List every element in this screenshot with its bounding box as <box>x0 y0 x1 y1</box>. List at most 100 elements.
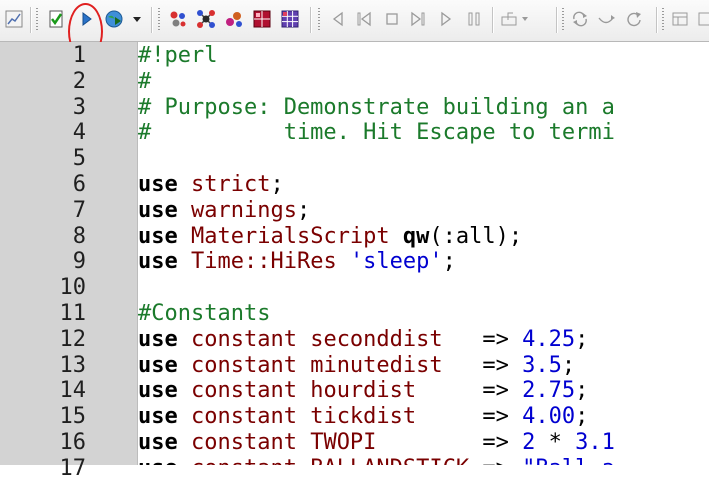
code-token: constant TWOPI <box>177 430 377 455</box>
code-line[interactable]: use constant tickdist => 4.00; <box>138 404 588 430</box>
code-line[interactable]: use constant hourdist => 2.75; <box>138 378 588 404</box>
pause-icon[interactable] <box>464 9 484 29</box>
line-number: 12 <box>59 326 87 352</box>
line-number: 6 <box>72 172 86 197</box>
code-token: => <box>416 378 523 404</box>
refresh-icon[interactable] <box>624 9 644 29</box>
line-number: 3 <box>72 94 86 120</box>
bonds-icon[interactable] <box>224 9 244 29</box>
line-number: 7 <box>72 197 86 223</box>
code-token: => <box>442 326 523 352</box>
code-token: * <box>535 430 576 455</box>
code-token: => <box>442 352 523 378</box>
export-icon[interactable] <box>500 9 530 29</box>
code-token: use <box>138 456 178 465</box>
code-editor[interactable]: #!perl # # Purpose: Demonstrate building a… <box>138 42 709 465</box>
line-number-gutter: 1 2 3 4 5 6 7 8 9 10 11 12 13 14 15 16 17 <box>0 42 138 481</box>
code-token: use <box>138 326 178 352</box>
panel-icon[interactable] <box>670 9 690 29</box>
play-icon[interactable] <box>436 9 456 29</box>
more-icon[interactable] <box>694 9 709 29</box>
code-line[interactable]: # time. Hit Escape to termi <box>138 120 615 146</box>
code-token: #Constants <box>138 301 271 326</box>
code-line[interactable]: use constant seconddist => 4.25; <box>138 327 588 353</box>
code-token: use <box>138 430 178 455</box>
line-number: 14 <box>59 378 87 404</box>
code-token: => <box>469 456 522 465</box>
code-token: constant seconddist <box>177 326 443 352</box>
code-token: 2 <box>522 430 536 455</box>
code-token: # time. Hit Escape to termi <box>138 120 615 146</box>
chart-icon[interactable] <box>4 9 24 29</box>
line-number: 16 <box>59 430 87 455</box>
code-token: 3.5 <box>522 352 562 378</box>
step-back-icon[interactable] <box>354 9 374 29</box>
code-token: => <box>416 404 523 430</box>
code-token: => <box>376 430 523 455</box>
code-token: qw <box>402 223 430 249</box>
code-line[interactable]: use Time::HiRes 'sleep'; <box>138 249 456 275</box>
molecule-icon[interactable] <box>196 9 216 29</box>
code-line[interactable]: use constant BALLANDSTICK => "Ball a <box>138 456 615 465</box>
code-token: # Purpose: Demonstrate building an a <box>138 94 615 120</box>
code-line[interactable]: use MaterialsScript qw(:all); <box>138 224 522 250</box>
stop-icon[interactable] <box>382 9 402 29</box>
code-token: ; <box>442 249 456 275</box>
line-number: 1 <box>72 43 86 68</box>
code-line[interactable]: use constant TWOPI => 2 * 3.1 <box>138 430 615 456</box>
line-number: 13 <box>59 352 87 378</box>
line-number: 17 <box>59 455 87 481</box>
code-token: "Ball a <box>522 456 615 465</box>
code-line[interactable]: #Constants <box>138 301 270 327</box>
code-token: ; <box>296 197 311 223</box>
code-token: MaterialsScript <box>177 223 403 249</box>
code-token: use <box>138 404 178 430</box>
code-token: strict <box>177 172 271 197</box>
code-token: Time::HiRes <box>177 249 350 275</box>
line-number: 9 <box>72 249 86 275</box>
line-number: 5 <box>72 146 86 172</box>
code-token: 4.00 <box>522 404 576 430</box>
code-token: use <box>138 223 178 249</box>
line-number: 2 <box>72 68 86 94</box>
code-line[interactable]: #!perl <box>138 43 217 69</box>
code-line[interactable]: use constant minutedist => 3.5; <box>138 353 575 379</box>
step-first-icon[interactable] <box>328 9 348 29</box>
code-token: 3.1 <box>575 430 615 455</box>
code-token: use <box>138 378 178 404</box>
toolbar <box>0 0 709 42</box>
code-token: 4.25 <box>522 326 576 352</box>
loop-icon[interactable] <box>570 9 590 29</box>
code-line[interactable]: # Purpose: Demonstrate building an a <box>138 95 615 121</box>
code-token: ; <box>575 326 589 352</box>
code-token: use <box>138 172 178 197</box>
line-number: 8 <box>72 223 86 249</box>
code-token: use <box>138 197 178 223</box>
code-token: ; <box>561 352 576 378</box>
code-token: # <box>138 68 152 94</box>
line-number: 10 <box>59 275 87 301</box>
grid-red-icon[interactable] <box>252 9 272 29</box>
line-number: 11 <box>59 301 87 326</box>
code-line[interactable]: use warnings; <box>138 198 310 224</box>
code-token: (:all); <box>429 223 523 249</box>
dropdown-arrow-icon[interactable] <box>130 9 144 29</box>
code-token: ; <box>575 378 589 404</box>
code-token: use <box>138 352 178 378</box>
grid-purple-icon[interactable] <box>280 9 300 29</box>
code-token: #!perl <box>138 43 218 68</box>
step-forward-icon[interactable] <box>408 9 428 29</box>
code-line[interactable]: # <box>138 69 151 95</box>
code-token: ; <box>575 404 589 430</box>
line-number: 15 <box>59 404 87 430</box>
code-token: use <box>138 249 178 275</box>
bounce-icon[interactable] <box>596 9 616 29</box>
line-number: 4 <box>72 120 86 146</box>
code-line[interactable]: use strict; <box>138 172 284 198</box>
code-token: 'sleep' <box>349 249 443 275</box>
code-token: constant minutedist <box>177 352 443 378</box>
code-token: constant hourdist <box>177 378 417 404</box>
globe-run-icon[interactable] <box>104 9 124 29</box>
check-document-icon[interactable] <box>46 9 66 29</box>
atoms-icon[interactable] <box>168 9 188 29</box>
